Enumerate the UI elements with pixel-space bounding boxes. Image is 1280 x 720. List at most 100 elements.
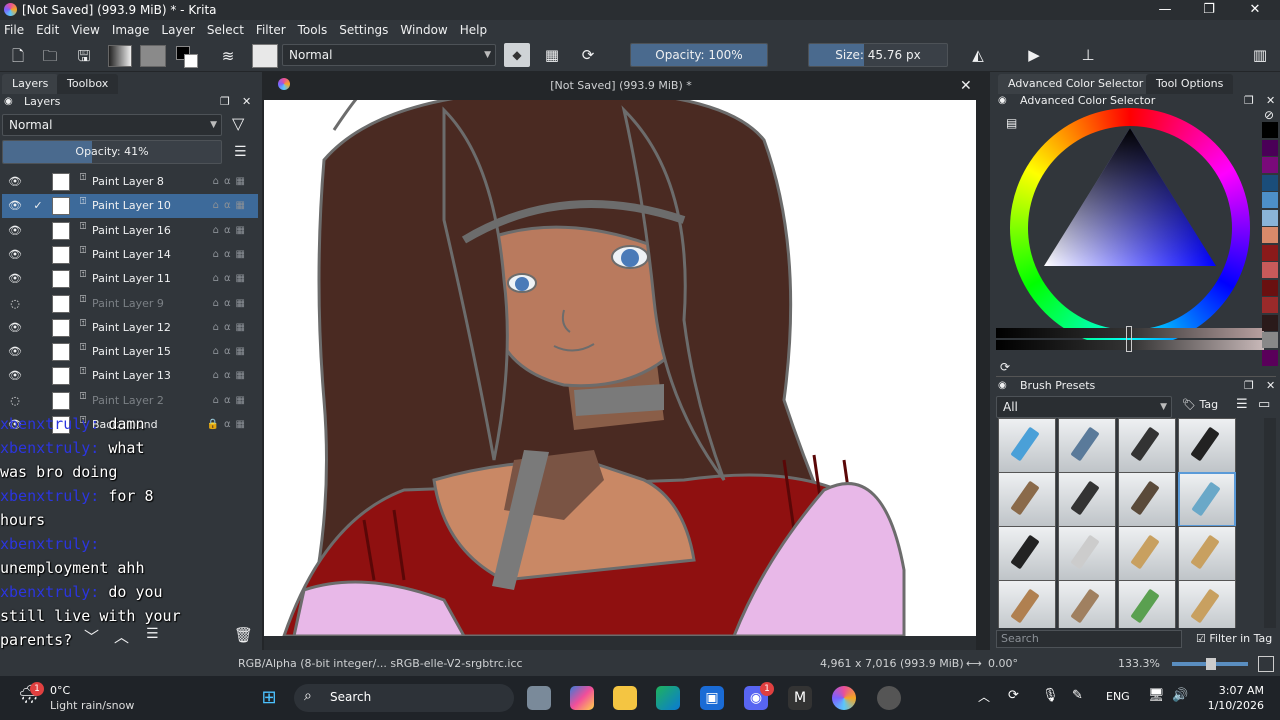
close-document-icon[interactable]: ✕: [960, 78, 972, 94]
brush-search-input[interactable]: Search: [996, 630, 1182, 648]
color-swatch[interactable]: [1262, 244, 1278, 261]
fullscreen-icon[interactable]: [1258, 656, 1274, 672]
color-swatch[interactable]: [1262, 297, 1278, 313]
layer-lock-icons[interactable]: ⌂⍺▦: [213, 170, 250, 194]
tab-layers[interactable]: Layers: [2, 74, 59, 94]
menu-image[interactable]: Image: [106, 20, 156, 40]
taskbar-search-box[interactable]: ⌕ Search: [294, 684, 514, 712]
clock-time[interactable]: 3:07 AM: [1212, 684, 1264, 697]
color-settings-icon[interactable]: ▤: [1006, 116, 1017, 130]
value-slider-handle[interactable]: [1126, 326, 1132, 352]
brush-preset-button[interactable]: [252, 44, 278, 68]
brush-preset-tile[interactable]: [1118, 526, 1176, 581]
color-swatch[interactable]: [1262, 262, 1278, 278]
color-swatch[interactable]: [1262, 122, 1278, 138]
color-swatch[interactable]: [1262, 279, 1278, 296]
filter-icon[interactable]: ▽: [232, 114, 244, 133]
obs-icon[interactable]: [877, 686, 901, 710]
layer-lock-icons[interactable]: ⌂⍺▦: [213, 364, 250, 388]
layer-lock-icons[interactable]: ⌂⍺▦: [213, 243, 250, 267]
open-folder-icon[interactable]: 🗀: [40, 46, 60, 66]
no-color-icon[interactable]: ⊘: [1264, 108, 1274, 122]
layer-row[interactable]: 👁 ⍐ Paint Layer 8 ⌂⍺▦: [2, 170, 258, 194]
alpha-lock-icon[interactable]: ▦: [542, 45, 562, 65]
wrap-around-icon[interactable]: ⊥: [1078, 45, 1098, 65]
file-explorer-preview-icon[interactable]: [527, 686, 551, 710]
reload-preset-icon[interactable]: ⟳: [578, 45, 598, 65]
brush-preset-tile[interactable]: [1058, 526, 1116, 581]
brush-preset-tile[interactable]: [1058, 580, 1116, 628]
opacity-slider[interactable]: Opacity: 100%: [630, 43, 768, 67]
brush-preset-tile[interactable]: [1118, 580, 1176, 628]
color-swatch[interactable]: [1262, 174, 1278, 191]
float-panel-icon[interactable]: ❐: [220, 92, 230, 112]
visibility-eye-icon[interactable]: 👁: [8, 267, 22, 291]
new-document-icon[interactable]: 🗋: [8, 46, 28, 66]
store-icon[interactable]: ▣: [700, 686, 724, 710]
move-layer-down-icon[interactable]: ﹀: [84, 626, 99, 647]
brush-scrollbar[interactable]: [1264, 418, 1276, 628]
menu-edit[interactable]: Edit: [30, 20, 65, 40]
folder-icon[interactable]: [613, 686, 637, 710]
delete-layer-icon[interactable]: 🗑: [234, 626, 253, 644]
layer-row[interactable]: 👁 ⍐ Paint Layer 16 ⌂⍺▦: [2, 219, 258, 243]
blend-mode-dropdown[interactable]: Normal ▼: [282, 44, 496, 66]
brush-preset-tile[interactable]: [1178, 472, 1236, 527]
brush-preset-tile[interactable]: [1118, 472, 1176, 527]
layer-lock-icons[interactable]: ⌂⍺▦: [213, 219, 250, 243]
visibility-eye-icon[interactable]: 👁: [8, 316, 22, 340]
steam-like-icon[interactable]: M: [788, 686, 812, 710]
drawing-canvas[interactable]: [264, 100, 976, 636]
minimize-button[interactable]: —: [1142, 0, 1188, 20]
visibility-eye-icon[interactable]: 👁: [8, 243, 22, 267]
visibility-eye-icon[interactable]: ◌: [8, 389, 22, 413]
layer-lock-icons[interactable]: ⌂⍺▦: [213, 194, 250, 218]
brush-preset-tile[interactable]: [1178, 580, 1236, 628]
brush-preset-tile[interactable]: [1058, 472, 1116, 527]
tab-toolbox[interactable]: Toolbox: [57, 74, 119, 94]
canvas-horizontal-scrollbar[interactable]: [264, 636, 976, 650]
layer-row[interactable]: 👁 ⍐ Paint Layer 13 ⌂⍺▦: [2, 364, 258, 388]
layer-lock-icons[interactable]: ⌂⍺▦: [213, 292, 250, 316]
color-swatch[interactable]: [1262, 332, 1278, 348]
pen-icon[interactable]: ✎: [1072, 688, 1083, 703]
refresh-colors-icon[interactable]: ⟳: [1000, 360, 1010, 374]
color-swatch[interactable]: [1262, 349, 1278, 366]
eraser-mode-icon[interactable]: ◆: [504, 43, 530, 67]
background-color[interactable]: [184, 54, 198, 68]
zoom-value[interactable]: 133.3%: [1118, 652, 1160, 676]
layer-lock-icons[interactable]: ⌂⍺▦: [213, 340, 250, 364]
zoom-slider-handle[interactable]: [1206, 658, 1216, 670]
float-panel-icon[interactable]: ❐: [1244, 376, 1254, 396]
layer-row[interactable]: ◌ ⍐ Paint Layer 9 ⌂⍺▦: [2, 292, 258, 316]
tag-button[interactable]: 🏷 Tag: [1182, 398, 1218, 411]
filter-in-tag-checkbox[interactable]: ☑ Filter in Tag: [1196, 632, 1272, 645]
mirror-horizontal-icon[interactable]: ◭: [968, 45, 988, 65]
menu-file[interactable]: File: [0, 20, 30, 40]
krita-taskbar-icon[interactable]: [832, 686, 856, 710]
visibility-eye-icon[interactable]: ◌: [8, 292, 22, 316]
brush-preset-tile[interactable]: [998, 580, 1056, 628]
layer-opacity-slider[interactable]: Opacity: 41%: [2, 140, 222, 164]
brush-preset-tile[interactable]: [998, 418, 1056, 473]
network-icon[interactable]: 🖥: [1148, 688, 1165, 703]
brush-menu-icon[interactable]: ☰: [1236, 397, 1248, 412]
brush-view-icon[interactable]: ▭: [1258, 397, 1270, 412]
visibility-eye-icon[interactable]: 👁: [8, 194, 22, 218]
visibility-eye-icon[interactable]: 👁: [8, 340, 22, 364]
brush-preset-tile[interactable]: [1058, 418, 1116, 473]
menu-view[interactable]: View: [65, 20, 105, 40]
float-panel-icon[interactable]: ❐: [1244, 91, 1254, 111]
brush-preset-tile[interactable]: [998, 526, 1056, 581]
hamburger-menu-icon[interactable]: ☰: [234, 144, 247, 160]
layer-row[interactable]: 👁 ✓ ⍐ Paint Layer 10 ⌂⍺▦: [2, 194, 258, 219]
brush-preset-tile[interactable]: [1178, 526, 1236, 581]
restore-button[interactable]: ❐: [1186, 0, 1232, 20]
layer-row[interactable]: 👁 ⍐ Paint Layer 11 ⌂⍺▦: [2, 267, 258, 291]
tray-chevron-icon[interactable]: ︿: [978, 688, 990, 705]
visibility-eye-icon[interactable]: 👁: [8, 219, 22, 243]
close-button[interactable]: ✕: [1232, 0, 1278, 20]
color-swatch[interactable]: [1262, 139, 1278, 156]
menu-layer[interactable]: Layer: [155, 20, 200, 40]
menu-filter[interactable]: Filter: [250, 20, 292, 40]
